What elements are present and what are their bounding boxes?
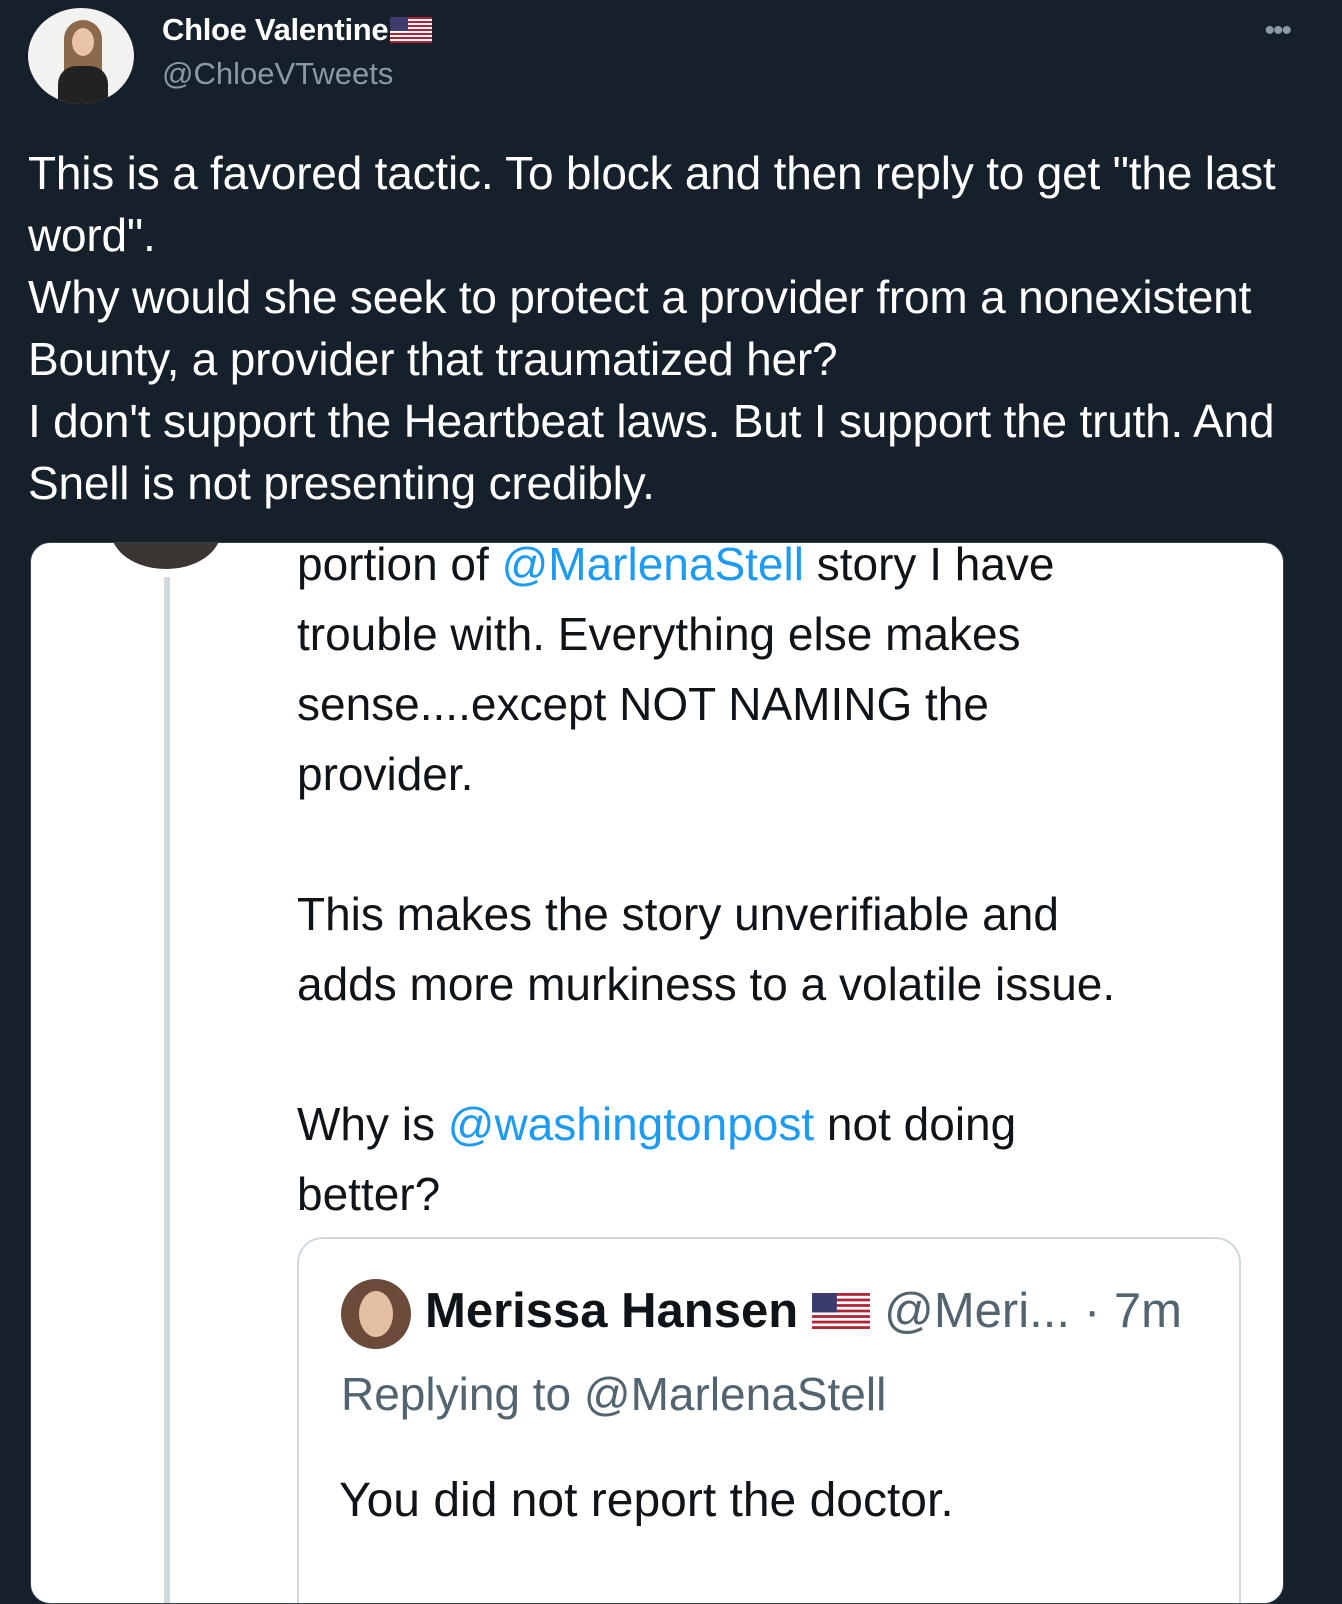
author-name-row[interactable]: Chloe Valentine bbox=[162, 12, 433, 48]
author-name[interactable]: Chloe Valentine bbox=[162, 12, 389, 48]
embed-line1-pre: portion of bbox=[297, 542, 502, 590]
author-avatar[interactable] bbox=[28, 8, 134, 104]
author-handle[interactable]: @ChloeVTweets bbox=[162, 56, 393, 92]
more-options-icon[interactable]: ••• bbox=[1264, 14, 1291, 48]
embed-para2: This makes the story unverifiable and ad… bbox=[297, 888, 1116, 1010]
mention-marlenastell[interactable]: @MarlenaStell bbox=[502, 543, 804, 590]
previous-tweet-avatar bbox=[111, 543, 221, 569]
quoted-author-handle: @Meri... bbox=[884, 1284, 1070, 1338]
replying-mention: @MarlenaStell bbox=[583, 1368, 887, 1420]
quoted-timestamp: · 7m bbox=[1083, 1284, 1182, 1338]
quoted-tweet[interactable]: Merissa Hansen @Meri... · 7m Replying to… bbox=[297, 1237, 1241, 1603]
embed-line1-post: story I have bbox=[803, 542, 1055, 590]
replying-label: Replying to bbox=[341, 1368, 584, 1420]
embed-para1: trouble with. Everything else makes sens… bbox=[297, 608, 1021, 800]
us-flag-icon bbox=[390, 17, 433, 43]
avatar-body bbox=[58, 66, 108, 104]
quoted-author-name: Merissa Hansen bbox=[425, 1284, 799, 1338]
us-flag-icon bbox=[812, 1293, 871, 1329]
quoted-avatar-face bbox=[359, 1291, 393, 1337]
avatar-face bbox=[72, 28, 94, 56]
quoted-tweet-header: Merissa Hansen @Meri... · 7m bbox=[425, 1283, 1182, 1339]
tweet-image-attachment[interactable]: portion of @MarlenaStell story I have tr… bbox=[30, 542, 1284, 1604]
embed-para3-pre: Why is bbox=[297, 1098, 448, 1150]
thread-line bbox=[164, 577, 170, 1603]
quoted-replying-to: Replying to @MarlenaStell bbox=[341, 1367, 886, 1421]
tweet-text: This is a favored tactic. To block and t… bbox=[28, 147, 1276, 509]
embedded-tweet-text: portion of @MarlenaStell story I have tr… bbox=[297, 542, 1257, 1229]
quoted-tweet-text: You did not report the doctor. bbox=[339, 1474, 954, 1527]
mention-washingtonpost[interactable]: @washingtonpost bbox=[448, 1098, 814, 1150]
quoted-author-avatar bbox=[341, 1279, 411, 1349]
